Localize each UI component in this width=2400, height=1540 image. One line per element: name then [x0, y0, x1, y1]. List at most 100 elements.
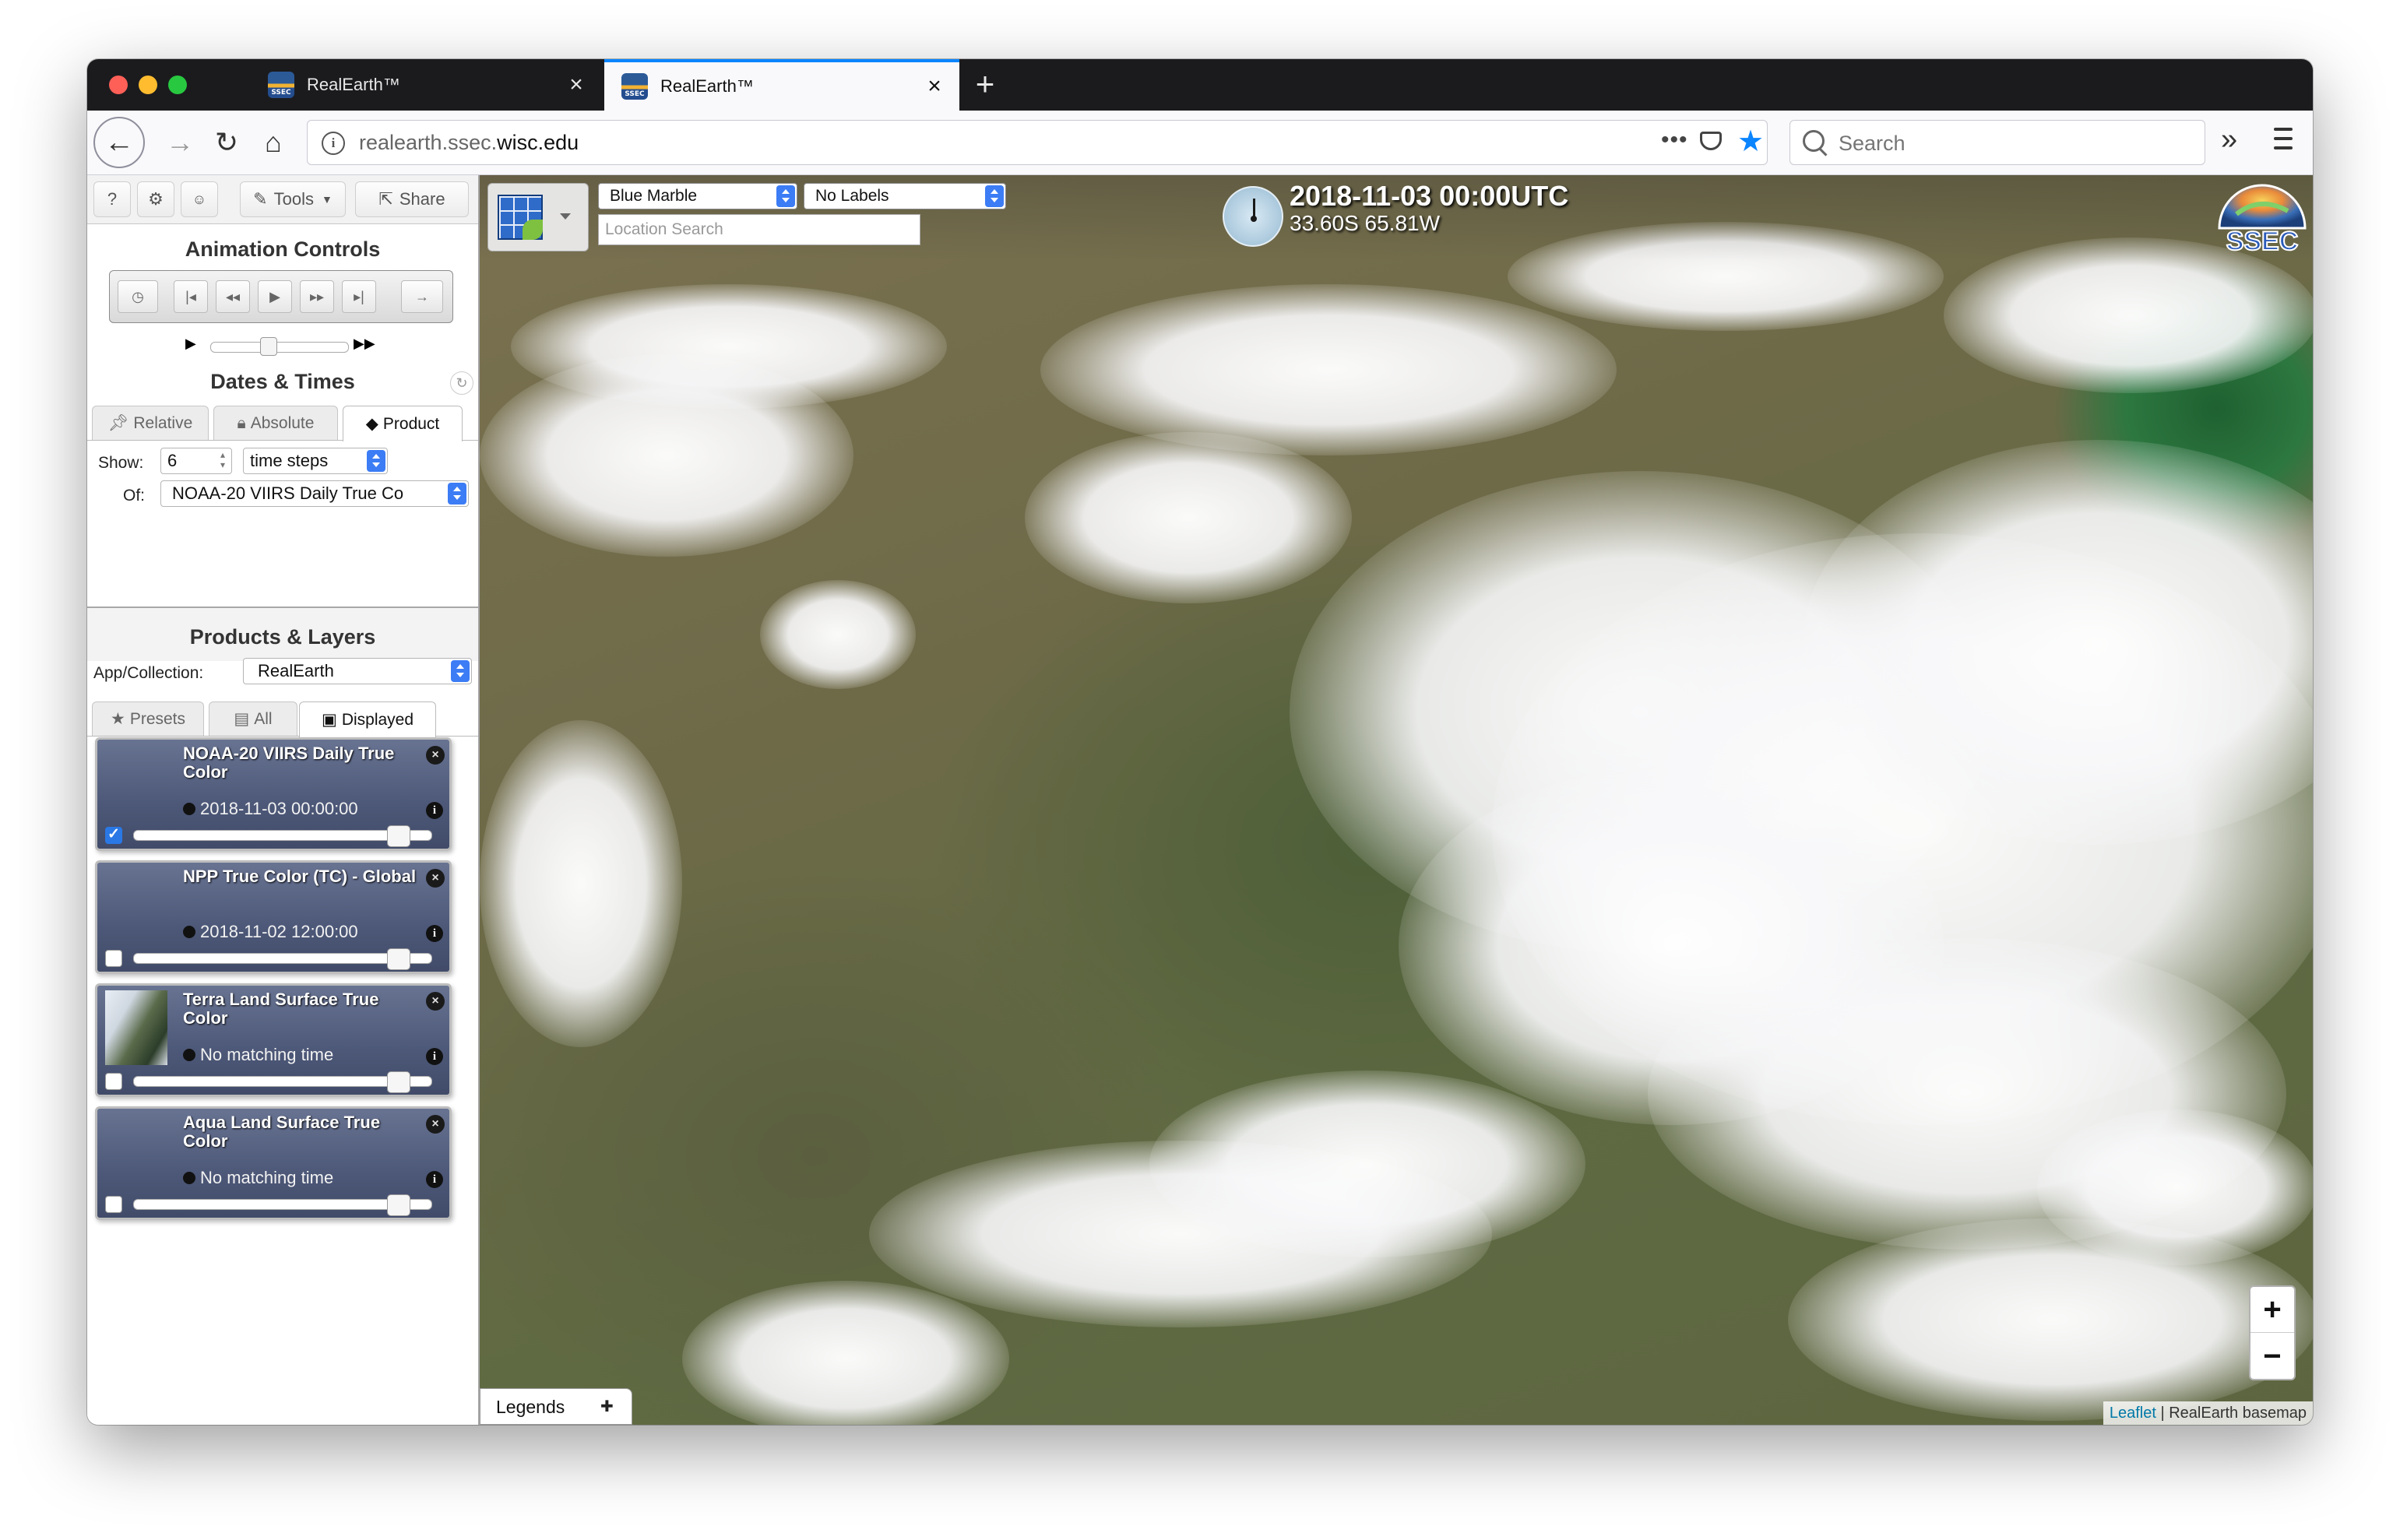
- browser-window: RealEarth™ × RealEarth™ × + ← → ↻ ⌂ i re…: [87, 59, 2313, 1425]
- opacity-slider-handle[interactable]: [387, 948, 410, 970]
- tab-presets[interactable]: ★ Presets: [92, 701, 204, 736]
- clock-icon: [183, 926, 195, 938]
- legends-panel-toggle[interactable]: Legends ✚: [480, 1388, 632, 1425]
- browser-tab-2[interactable]: RealEarth™ ×: [604, 59, 959, 111]
- page-actions-icon[interactable]: •••: [1661, 127, 1688, 153]
- speed-slider-handle[interactable]: [260, 337, 277, 356]
- base-layer-picker[interactable]: [487, 183, 589, 251]
- pocket-icon[interactable]: [1700, 132, 1722, 150]
- refresh-icon[interactable]: ↻: [450, 371, 473, 395]
- info-icon[interactable]: i: [426, 925, 443, 942]
- forward-button[interactable]: →: [157, 120, 202, 165]
- tab-absolute[interactable]: 🔒︎ Absolute: [213, 406, 338, 440]
- clock-button[interactable]: ◷: [118, 280, 158, 313]
- minimize-window-button[interactable]: [139, 76, 157, 94]
- hamburger-menu-icon[interactable]: [2268, 121, 2299, 156]
- layer-visible-checkbox[interactable]: [105, 1196, 122, 1213]
- tab-title: RealEarth™: [307, 75, 400, 94]
- settings-button[interactable]: ⚙: [137, 181, 174, 217]
- show-count-input[interactable]: 6 ▴ ▾: [160, 448, 232, 474]
- basemap-select[interactable]: Blue Marble: [598, 183, 797, 209]
- remove-layer-icon[interactable]: ×: [426, 746, 445, 765]
- search-bar[interactable]: [1789, 120, 2205, 165]
- collection-select[interactable]: RealEarth: [243, 658, 472, 684]
- speed-slider-track[interactable]: [210, 342, 349, 353]
- url-text[interactable]: realearth.ssec.wisc.edu: [359, 131, 579, 155]
- home-button[interactable]: ⌂: [251, 120, 296, 165]
- info-icon[interactable]: i: [426, 802, 443, 819]
- tab-close-icon[interactable]: ×: [561, 73, 592, 97]
- remove-layer-icon[interactable]: ×: [426, 992, 445, 1011]
- time-unit-select[interactable]: time steps: [243, 448, 388, 474]
- layer-card[interactable]: Terra Land Surface True Color × No match…: [95, 983, 452, 1097]
- zoom-out-button[interactable]: −: [2250, 1334, 2294, 1379]
- last-frame-button[interactable]: ▸|: [342, 280, 376, 313]
- help-button[interactable]: ?: [93, 181, 131, 217]
- layer-visible-checkbox[interactable]: [105, 1073, 122, 1090]
- map-attribution: Leaflet | RealEarth basemap: [2103, 1401, 2313, 1425]
- location-search-input[interactable]: [598, 214, 920, 245]
- opacity-slider-handle[interactable]: [387, 1194, 410, 1216]
- pin-icon: 📌︎: [107, 413, 129, 432]
- map-view[interactable]: Blue Marble No Labels 2018-11-03 00:00UT…: [480, 175, 2313, 1425]
- tab-displayed[interactable]: ▣ Displayed: [299, 701, 436, 737]
- layer-visible-checkbox[interactable]: [105, 825, 122, 844]
- tab-all[interactable]: ▤ All: [209, 701, 297, 736]
- reload-button[interactable]: ↻: [204, 120, 249, 165]
- ssec-favicon-icon: [268, 72, 294, 98]
- tools-label: Tools: [273, 189, 314, 209]
- opacity-slider-handle[interactable]: [387, 1071, 410, 1093]
- ssec-logo[interactable]: SSEC: [2213, 180, 2311, 256]
- opacity-slider-handle[interactable]: [387, 825, 410, 847]
- layer-card[interactable]: NOAA-20 VIIRS Daily True Color × 2018-11…: [95, 737, 452, 851]
- animation-controls-title: Animation Controls: [185, 237, 381, 261]
- labels-select[interactable]: No Labels: [804, 183, 1006, 209]
- speed-control: ▶ ▶▶: [185, 334, 380, 357]
- pin-icon[interactable]: ✚: [600, 1397, 614, 1416]
- site-info-icon[interactable]: i: [322, 132, 345, 155]
- close-window-button[interactable]: [109, 76, 128, 94]
- user-button[interactable]: ☺: [181, 181, 218, 217]
- of-label: Of:: [123, 487, 146, 505]
- search-input[interactable]: [1837, 128, 2183, 159]
- first-frame-button[interactable]: |◂: [174, 280, 208, 313]
- new-tab-button[interactable]: +: [966, 65, 1005, 104]
- stepper-icon[interactable]: ▴ ▾: [217, 450, 228, 472]
- select-arrows-icon: [985, 185, 1004, 207]
- browser-tab-1[interactable]: RealEarth™ ×: [251, 59, 601, 111]
- layer-card[interactable]: Aqua Land Surface True Color × No matchi…: [95, 1106, 452, 1220]
- layer-visible-checkbox[interactable]: [105, 950, 122, 967]
- rewind-icon: ◂◂: [225, 289, 241, 304]
- loop-button[interactable]: →: [401, 280, 443, 313]
- star-icon: ★: [110, 710, 125, 728]
- cloud-mass: [511, 284, 947, 409]
- step-forward-button[interactable]: ▸▸: [300, 280, 334, 313]
- bookmark-star-icon[interactable]: ★: [1737, 124, 1764, 159]
- remove-layer-icon[interactable]: ×: [426, 1115, 445, 1134]
- basemap-value: Blue Marble: [610, 187, 698, 205]
- step-back-button[interactable]: ◂◂: [216, 280, 250, 313]
- collection-value: RealEarth: [258, 661, 334, 680]
- dates-times-title: Dates & Times: [210, 370, 355, 393]
- share-label: Share: [399, 189, 445, 209]
- layer-time: No matching time: [183, 1168, 333, 1188]
- url-bar[interactable]: i realearth.ssec.wisc.edu ••• ★: [307, 120, 1768, 165]
- layer-card[interactable]: NPP True Color (TC) - Global × 2018-11-0…: [95, 860, 452, 974]
- time-unit-value: time steps: [250, 451, 329, 470]
- share-button[interactable]: ⇱ Share: [355, 181, 469, 217]
- play-button[interactable]: ▶: [258, 280, 292, 313]
- tab-product[interactable]: ◆ Product: [343, 406, 463, 441]
- remove-layer-icon[interactable]: ×: [426, 869, 445, 888]
- of-product-select[interactable]: NOAA-20 VIIRS Daily True Co: [160, 480, 469, 507]
- clock-icon: [183, 1172, 195, 1184]
- zoom-window-button[interactable]: [168, 76, 187, 94]
- tab-relative[interactable]: 📌︎ Relative: [92, 406, 209, 440]
- zoom-in-button[interactable]: +: [2250, 1287, 2294, 1333]
- overflow-menu-icon[interactable]: »: [2221, 123, 2237, 156]
- tools-button[interactable]: ✎ Tools ▼: [240, 181, 346, 217]
- info-icon[interactable]: i: [426, 1048, 443, 1065]
- info-icon[interactable]: i: [426, 1171, 443, 1188]
- leaflet-link[interactable]: Leaflet: [2110, 1405, 2156, 1422]
- back-button[interactable]: ←: [93, 117, 145, 168]
- tab-close-icon[interactable]: ×: [919, 75, 950, 98]
